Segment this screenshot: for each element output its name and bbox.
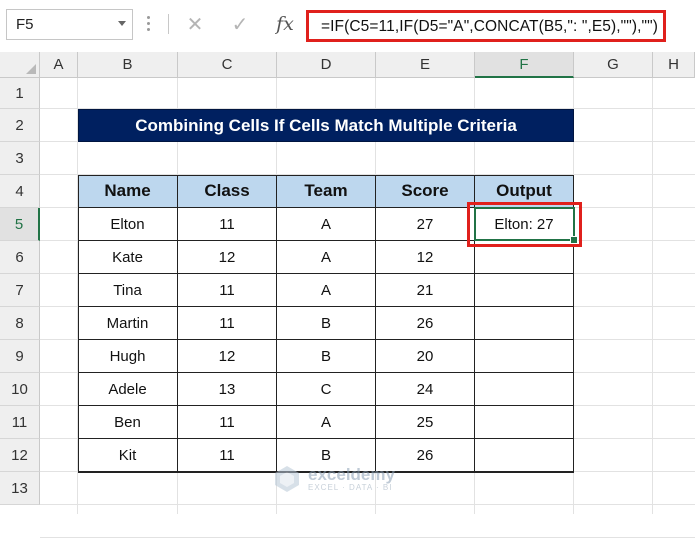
cell-score[interactable]: 25 [376, 406, 475, 439]
column-header-h[interactable]: H [653, 52, 695, 78]
select-all-corner[interactable] [0, 52, 40, 78]
formula-input[interactable]: =IF(C5=11,IF(D5="A",CONCAT(B5,": ",E5),"… [306, 10, 666, 42]
row-header-12[interactable]: 12 [0, 439, 40, 472]
cell-team[interactable]: C [277, 373, 376, 406]
row-header-1[interactable]: 1 [0, 78, 40, 109]
watermark-tagline: EXCEL · DATA · BI [308, 483, 393, 492]
table-header-class[interactable]: Class [178, 175, 277, 208]
divider [168, 14, 169, 34]
column-header-a[interactable]: A [40, 52, 78, 78]
row-header-6[interactable]: 6 [0, 241, 40, 274]
cell-name[interactable]: Hugh [78, 340, 178, 373]
cell-class[interactable]: 11 [178, 208, 277, 241]
cell-class[interactable]: 11 [178, 274, 277, 307]
cell-output[interactable] [475, 406, 574, 439]
row-header-10[interactable]: 10 [0, 373, 40, 406]
cell-name[interactable]: Kit [78, 439, 178, 472]
gridline [40, 504, 695, 505]
row-header-13[interactable]: 13 [0, 472, 40, 505]
cell-name[interactable]: Ben [78, 406, 178, 439]
row-header-9[interactable]: 9 [0, 340, 40, 373]
row-header-2[interactable]: 2 [0, 109, 40, 142]
cell-class[interactable]: 13 [178, 373, 277, 406]
select-all-icon [26, 64, 36, 74]
watermark: exceldemy EXCEL · DATA · BI [272, 464, 395, 494]
cell-class[interactable]: 12 [178, 241, 277, 274]
enter-icon[interactable]: ✓ [227, 10, 253, 38]
column-header-g[interactable]: G [574, 52, 653, 78]
name-box-dropdown-icon[interactable] [118, 21, 126, 26]
table-header-score[interactable]: Score [376, 175, 475, 208]
cell-output[interactable] [475, 373, 574, 406]
cell-output[interactable]: Elton: 27 [475, 208, 574, 241]
cell-output[interactable] [475, 439, 574, 472]
column-header-e[interactable]: E [376, 52, 475, 78]
cell-output[interactable] [475, 241, 574, 274]
cancel-icon[interactable]: ✕ [182, 10, 208, 38]
table-header-output[interactable]: Output [475, 175, 574, 208]
cell-class[interactable]: 12 [178, 340, 277, 373]
cell-name[interactable]: Martin [78, 307, 178, 340]
cell-score[interactable]: 26 [376, 307, 475, 340]
gridline [652, 78, 653, 514]
cell-output[interactable] [475, 340, 574, 373]
formula-bar-grip-icon[interactable] [147, 14, 151, 34]
cell-score[interactable]: 24 [376, 373, 475, 406]
cell-class[interactable]: 11 [178, 439, 277, 472]
row-header-7[interactable]: 7 [0, 274, 40, 307]
exceldemy-logo-icon [275, 466, 299, 492]
column-header-b[interactable]: B [78, 52, 178, 78]
cell-class[interactable]: 11 [178, 307, 277, 340]
insert-function-icon[interactable]: fx [272, 10, 298, 38]
cell-name[interactable]: Elton [78, 208, 178, 241]
cell-team[interactable]: A [277, 274, 376, 307]
cell-team[interactable]: B [277, 307, 376, 340]
cell-team[interactable]: B [277, 340, 376, 373]
table-header-team[interactable]: Team [277, 175, 376, 208]
row-header-3[interactable]: 3 [0, 142, 40, 175]
cell-name[interactable]: Kate [78, 241, 178, 274]
sheet-title[interactable]: Combining Cells If Cells Match Multiple … [78, 109, 574, 142]
column-header-d[interactable]: D [277, 52, 376, 78]
name-box-value: F5 [16, 16, 34, 33]
cell-name[interactable]: Adele [78, 373, 178, 406]
cell-output[interactable] [475, 307, 574, 340]
cell-score[interactable]: 27 [376, 208, 475, 241]
cell-score[interactable]: 21 [376, 274, 475, 307]
cell-team[interactable]: A [277, 208, 376, 241]
name-box[interactable]: F5 [6, 9, 133, 40]
cell-team[interactable]: A [277, 241, 376, 274]
formula-text: =IF(C5=11,IF(D5="A",CONCAT(B5,": ",E5),"… [321, 18, 659, 35]
cell-score[interactable]: 20 [376, 340, 475, 373]
cell-score[interactable]: 12 [376, 241, 475, 274]
row-header-11[interactable]: 11 [0, 406, 40, 439]
cell-class[interactable]: 11 [178, 406, 277, 439]
worksheet[interactable]: ABCDEFGH 1 2 3 4 5 6 7 8 9 10 11 12 13 Combining Cel… [0, 52, 695, 538]
row-header-8[interactable]: 8 [0, 307, 40, 340]
row-header-4[interactable]: 4 [0, 175, 40, 208]
formula-bar: F5 ✕ ✓ fx =IF(C5=11,IF(D5="A",CONCAT(B5,… [0, 0, 695, 53]
watermark-name: exceldemy [308, 465, 395, 484]
cell-output[interactable] [475, 274, 574, 307]
table-header-name[interactable]: Name [78, 175, 178, 208]
cell-team[interactable]: A [277, 406, 376, 439]
row-header-5[interactable]: 5 [0, 208, 40, 241]
column-header-f[interactable]: F [475, 52, 574, 78]
cell-name[interactable]: Tina [78, 274, 178, 307]
column-header-c[interactable]: C [178, 52, 277, 78]
